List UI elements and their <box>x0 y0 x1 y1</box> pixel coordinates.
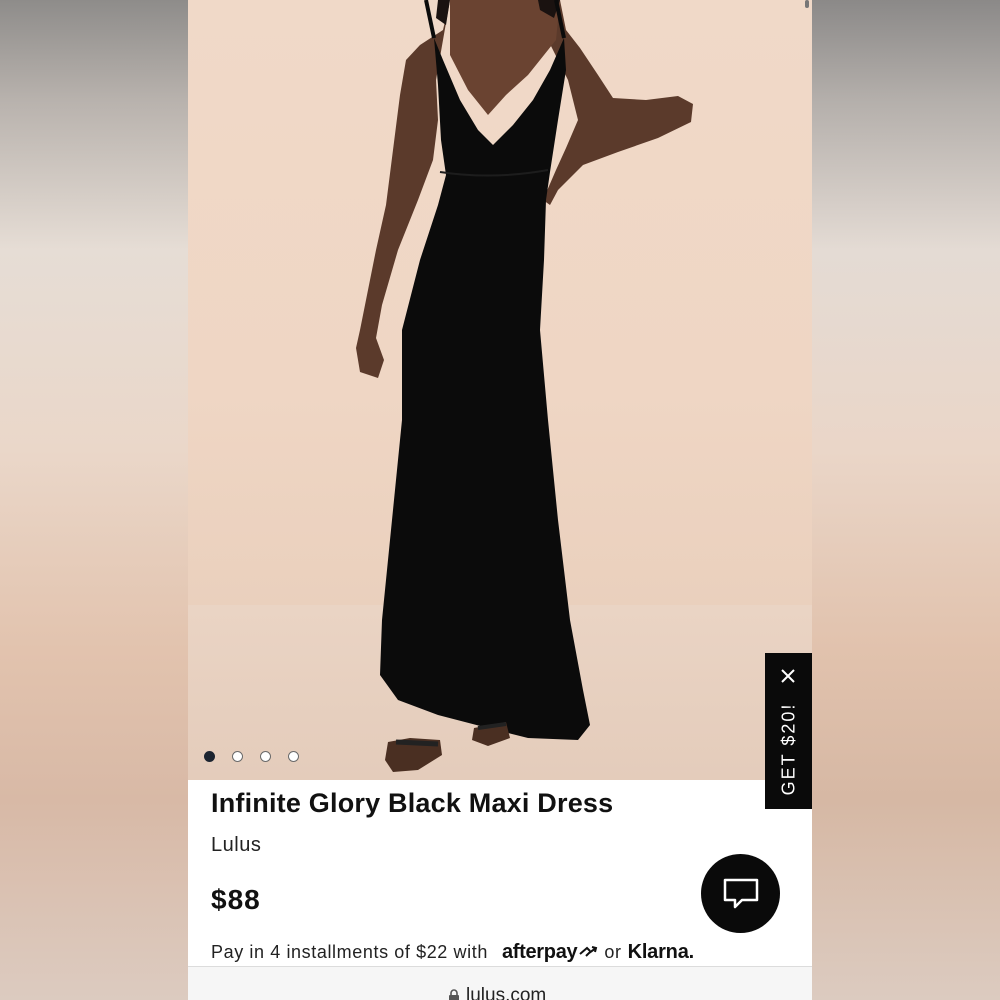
installments-text: Pay in 4 installments of $22 with <box>211 942 488 962</box>
carousel-dot-3[interactable] <box>260 751 271 762</box>
carousel-dot-1[interactable] <box>204 751 215 762</box>
blurred-background-left <box>0 0 188 1000</box>
browser-url-bar[interactable]: lulus.com <box>188 966 812 1000</box>
product-price: $88 <box>211 884 261 915</box>
scroll-indicator <box>805 0 809 8</box>
chat-bubble-icon <box>723 878 758 908</box>
klarna-logo[interactable]: Klarna. <box>628 941 695 964</box>
product-brand[interactable]: Lulus <box>211 834 261 857</box>
promo-label[interactable]: GET $20! <box>779 703 800 796</box>
promo-tab[interactable]: GET $20! <box>765 653 812 809</box>
blurred-background-right <box>812 0 1000 1000</box>
afterpay-label: afterpay <box>501 941 578 963</box>
product-page: GET $20! Infinite Glory Black Maxi Dress… <box>188 0 812 1000</box>
or-label: or <box>604 942 622 962</box>
installments-info: Pay in 4 installments of $22 with afterp… <box>211 941 694 964</box>
afterpay-logo[interactable]: afterpay <box>502 941 598 964</box>
product-title: Infinite Glory Black Maxi Dress <box>211 788 614 818</box>
carousel-dot-4[interactable] <box>288 751 299 762</box>
model-figure <box>356 0 693 772</box>
carousel-dot-2[interactable] <box>232 751 243 762</box>
product-image[interactable] <box>188 0 812 780</box>
afterpay-arrows-icon <box>579 946 598 957</box>
carousel-dots <box>204 751 299 762</box>
close-icon[interactable] <box>777 665 799 687</box>
chat-button[interactable] <box>701 854 780 933</box>
lock-icon <box>449 989 459 1000</box>
url-text: lulus.com <box>466 985 547 1000</box>
